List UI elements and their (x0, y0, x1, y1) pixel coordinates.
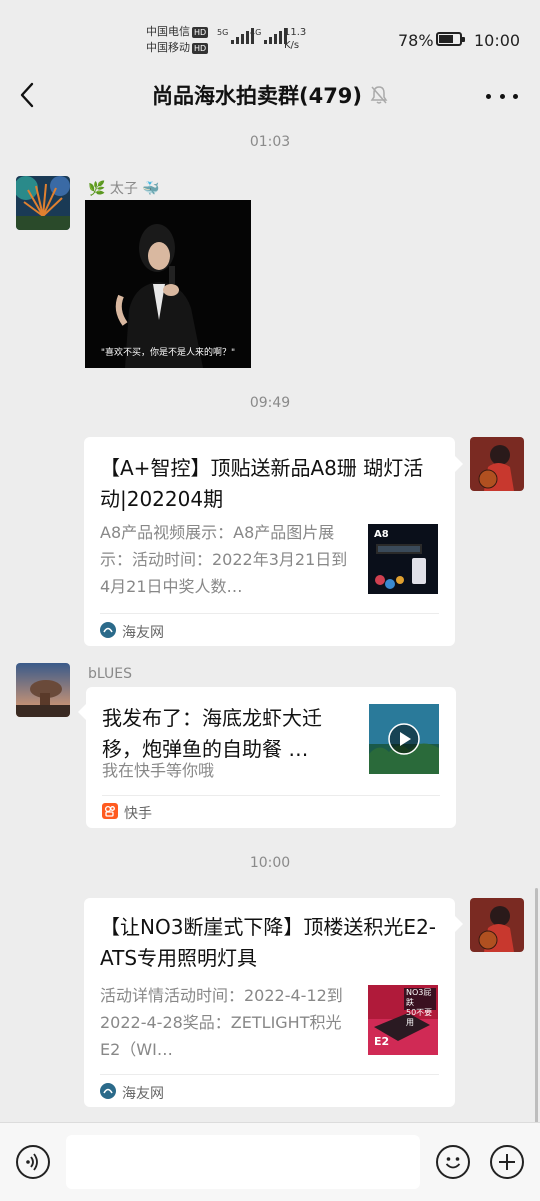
message-input[interactable] (66, 1135, 420, 1189)
card-source: 海友网 (100, 622, 164, 642)
source-name: 海友网 (122, 625, 164, 641)
source-logo-icon (100, 1083, 116, 1103)
timestamp: 10:00 (249, 855, 291, 871)
card-title: 【A+智控】顶贴送新品A8珊 瑚灯活动|202204期 (100, 456, 424, 511)
image-caption: "喜欢不买，你是不是人来的啊？" (100, 348, 236, 358)
hd-badge: HD (192, 27, 209, 38)
status-bar: 中国电信 HD 中国移动 HD 5G 4G 11.3 K/s 78% 10:00 (0, 0, 540, 70)
image-message[interactable]: "喜欢不买，你是不是人来的啊？" (85, 200, 251, 368)
hd-badge: HD (192, 43, 209, 54)
add-icon[interactable] (490, 1145, 524, 1179)
avatar[interactable] (16, 663, 70, 717)
avatar[interactable] (16, 176, 70, 230)
more-options-icon[interactable] (486, 84, 518, 108)
battery-icon (436, 32, 465, 46)
source-name: 快手 (124, 806, 152, 822)
network-speed: 11.3 K/s (284, 27, 307, 51)
divider (100, 613, 439, 614)
divider (102, 795, 440, 796)
sender-name: bLUES (88, 666, 132, 682)
video-share-card[interactable]: 我发布了：海底龙虾大迁移，炮弹鱼的自助餐 … 我在快手等你哦 快手 (86, 687, 456, 828)
link-card[interactable]: 【让NO3断崖式下降】顶楼送积光E2-ATS专用照明灯具 活动详情活动时间：20… (84, 898, 455, 1107)
timestamp: 09:49 (249, 395, 291, 411)
carrier-2: 中国移动 (146, 41, 190, 54)
group-name: 尚品海水拍卖群(479) (151, 84, 363, 108)
divider (100, 1074, 439, 1075)
chat-header: 尚品海水拍卖群(479) (0, 70, 540, 122)
card-title: 【让NO3断崖式下降】顶楼送积光E2-ATS专用照明灯具 (100, 915, 437, 970)
avatar[interactable] (470, 437, 524, 491)
voice-input-icon[interactable] (16, 1145, 50, 1179)
source-name: 海友网 (122, 1086, 164, 1102)
bubble-tail (78, 704, 86, 720)
chat-title: 尚品海水拍卖群(479) (0, 80, 540, 110)
card-description: 我在快手等你哦 (102, 761, 215, 780)
card-thumbnail: NO3屁跌 50不要用 E2 (368, 985, 438, 1055)
carrier-1: 中国电信 (146, 25, 190, 38)
battery-percent: 78% (398, 31, 434, 50)
emoji-icon[interactable] (436, 1145, 470, 1179)
card-source: 快手 (102, 803, 152, 823)
mute-bell-icon (370, 85, 388, 110)
video-thumbnail (369, 704, 439, 774)
bubble-tail (455, 916, 463, 932)
link-card[interactable]: 【A+智控】顶贴送新品A8珊 瑚灯活动|202204期 A8产品视频展示：A8产… (84, 437, 455, 646)
signal-icon-1: 5G (217, 28, 255, 44)
card-thumbnail: A8 (368, 524, 438, 594)
sender-name: 🌿 太子 🐳 (88, 181, 160, 197)
timestamp: 01:03 (249, 134, 291, 150)
card-description: A8产品视频展示：A8产品图片展示：活动时间：2022年3月21日到4月21日中… (100, 523, 348, 596)
card-description: 活动详情活动时间：2022-4-12到2022-4-28奖品：ZETLIGHT积… (100, 986, 343, 1059)
signal-icon-2: 4G (250, 28, 288, 44)
card-source: 海友网 (100, 1083, 164, 1103)
source-logo-icon (100, 622, 116, 642)
avatar[interactable] (470, 898, 524, 952)
bubble-tail (455, 456, 463, 472)
input-bar (0, 1122, 540, 1201)
status-time: 10:00 (474, 31, 521, 50)
kuaishou-logo-icon (102, 803, 118, 823)
card-title: 我发布了：海底龙虾大迁移，炮弹鱼的自助餐 … (102, 706, 322, 761)
scrollbar[interactable] (535, 888, 538, 1128)
carrier-info: 中国电信 HD 中国移动 HD (146, 24, 209, 56)
